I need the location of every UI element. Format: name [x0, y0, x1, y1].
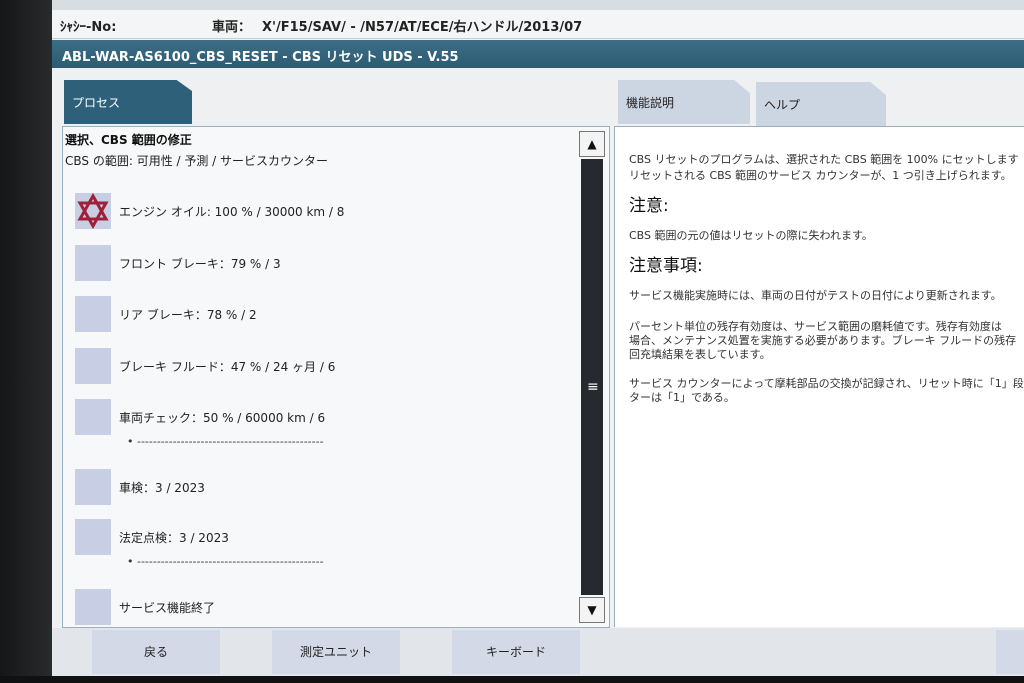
- monitor-bezel-bottom: [0, 676, 1024, 683]
- tab-help-label: ヘルプ: [764, 98, 801, 112]
- selection-box[interactable]: [75, 399, 111, 435]
- scroll-down-button[interactable]: ▼: [579, 597, 605, 623]
- grip-lines-icon[interactable]: ≡: [587, 379, 599, 395]
- monitor-bezel: [0, 0, 55, 683]
- tab-function-description[interactable]: 機能説明: [618, 80, 750, 124]
- tab-function-description-label: 機能説明: [626, 96, 675, 110]
- description-panel: CBS リセットのプログラムは、選択された CBS 範囲を 100% にセットし…: [614, 126, 1024, 627]
- item-sub-bullet: • --------------------------------------…: [127, 555, 324, 568]
- selection-box[interactable]: [75, 519, 111, 555]
- window-title-strip: [52, 0, 1024, 10]
- process-scrollbar[interactable]: ▲ ≡ ▼: [579, 131, 605, 623]
- vehicle-value: X'/F15/SAV/ - /N57/AT/ECE/右ハンドル/2013/07: [262, 20, 583, 35]
- item-label: エンジン オイル: 100 % / 30000 km / 8: [119, 205, 345, 219]
- tab-process-label: プロセス: [72, 96, 121, 110]
- intro-line-1: CBS リセットのプログラムは、選択された CBS 範囲を 100% にセットし…: [629, 153, 1019, 166]
- panel-title: 選択、CBS 範囲の修正: [65, 133, 192, 147]
- note-date-update: サービス機能実施時には、車両の日付がテストの日付により更新されます。: [629, 289, 1002, 302]
- vehicle-label: 車両：: [212, 20, 252, 35]
- triangle-down-icon: ▼: [587, 603, 597, 617]
- item-label: サービス機能終了: [119, 601, 216, 615]
- item-label: リア ブレーキ：78 % / 2: [119, 308, 257, 322]
- item-label: 車検：3 / 2023: [119, 481, 205, 495]
- function-title: ABL-WAR-AS6100_CBS_RESET - CBS リセット UDS …: [62, 50, 459, 65]
- intro-line-2: リセットされる CBS 範囲のサービス カウンターが、1 つ引き上げられます。: [629, 169, 1012, 182]
- tab-help[interactable]: ヘルプ: [756, 82, 886, 126]
- chassis-label: ｼｬｼｰ-No:: [60, 20, 117, 35]
- item-label: ブレーキ フルード：47 % / 24 ヶ月 / 6: [119, 360, 336, 374]
- selection-box[interactable]: [75, 245, 111, 281]
- selection-box[interactable]: [75, 469, 111, 505]
- measuring-unit-button[interactable]: 測定ユニット: [272, 630, 400, 674]
- star-of-david-icon: [77, 193, 109, 229]
- item-label: 法定点検：3 / 2023: [119, 531, 229, 545]
- note-caution: CBS 範囲の元の値はリセットの際に失われます。: [629, 229, 873, 242]
- scroll-up-button[interactable]: ▲: [579, 131, 605, 157]
- note-percent-line-3: 回充填結果を表しています。: [629, 348, 771, 361]
- note-counter-line-2: ターは「1」である。: [629, 391, 735, 404]
- selection-box[interactable]: [75, 348, 111, 384]
- keyboard-button[interactable]: キーボード: [452, 630, 580, 674]
- heading-notes: 注意事項:: [629, 256, 703, 276]
- selection-box[interactable]: [75, 589, 111, 625]
- scroll-track[interactable]: ≡: [581, 159, 603, 595]
- triangle-up-icon: ▲: [587, 137, 597, 151]
- heading-caution: 注意:: [629, 196, 669, 216]
- panel-subtitle: CBS の範囲: 可用性 / 予測 / サービスカウンター: [65, 154, 329, 168]
- diagnosis-screen: ｼｬｼｰ-No: 車両： X'/F15/SAV/ - /N57/AT/ECE/右…: [52, 0, 1024, 676]
- tab-process[interactable]: プロセス: [64, 80, 192, 124]
- process-panel: 選択、CBS 範囲の修正 CBS の範囲: 可用性 / 予測 / サービスカウン…: [62, 126, 610, 628]
- function-title-bar: ABL-WAR-AS6100_CBS_RESET - CBS リセット UDS …: [52, 40, 1024, 68]
- selection-box[interactable]: [75, 296, 111, 332]
- item-label: 車両チェック：50 % / 60000 km / 6: [119, 411, 326, 425]
- back-button[interactable]: 戻る: [92, 630, 220, 674]
- item-sub-bullet: • --------------------------------------…: [127, 435, 324, 448]
- selection-box[interactable]: [75, 193, 111, 229]
- bottom-toolbar: 戻る 測定ユニット キーボード: [52, 628, 1024, 676]
- next-button[interactable]: [996, 630, 1024, 674]
- vehicle-info-bar: ｼｬｼｰ-No: 車両： X'/F15/SAV/ - /N57/AT/ECE/右…: [52, 10, 1024, 39]
- item-label: フロント ブレーキ：79 % / 3: [119, 257, 281, 271]
